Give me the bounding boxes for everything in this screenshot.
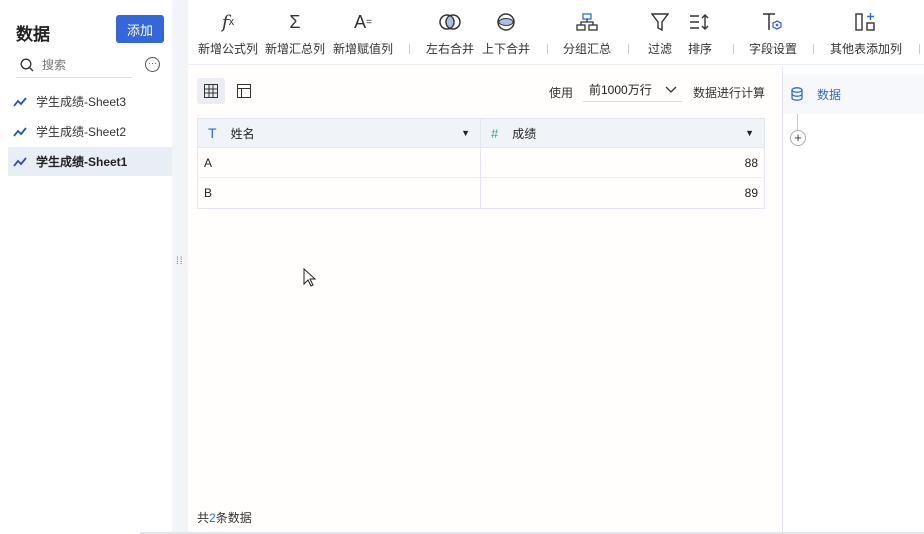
- add-button[interactable]: 添加: [116, 15, 164, 43]
- chevron-down-icon: [665, 86, 677, 93]
- data-preview: 使用 前1000万行 数据进行计算 T 姓名 ▼ # 成绩 ▼ A 88 B 89 共2条数…: [188, 66, 782, 534]
- sheet-label: 学生成绩-Sheet3: [36, 95, 127, 109]
- sheet-item-active[interactable]: 学生成绩-Sheet1: [8, 147, 172, 176]
- row-limit-value: 前1000万行: [589, 83, 652, 97]
- divider: [733, 44, 734, 54]
- divider: [547, 44, 548, 54]
- table-row: A 88: [198, 148, 764, 178]
- text-type-icon: T: [208, 125, 217, 141]
- sigma-icon: Σ: [289, 11, 301, 32]
- field-settings-icon: [762, 10, 784, 34]
- caret-down-icon[interactable]: ▼: [461, 128, 470, 138]
- count-prefix: 共: [197, 511, 210, 525]
- cell: 89: [744, 186, 758, 200]
- cell: A: [198, 148, 481, 177]
- count-value: 2: [209, 511, 216, 525]
- line-chart-icon: [13, 96, 27, 107]
- caret-down-icon[interactable]: ▼: [745, 128, 754, 138]
- use-label: 使用: [549, 86, 574, 100]
- add-step-button[interactable]: +: [790, 130, 806, 146]
- group-icon: [576, 10, 598, 34]
- layout-view-button[interactable]: [230, 78, 258, 104]
- table-header: T 姓名 ▼ # 成绩 ▼: [198, 119, 764, 148]
- add-assign-column-button[interactable]: A = 新增赋值列: [333, 10, 393, 57]
- row-limit-select[interactable]: 前1000万行: [583, 78, 683, 102]
- divider: [813, 44, 814, 54]
- sheet-item[interactable]: 学生成绩-Sheet2: [8, 117, 172, 146]
- sheet-label: 学生成绩-Sheet2: [36, 125, 127, 139]
- line-chart-icon: [13, 126, 27, 137]
- mouse-cursor-icon: [303, 268, 317, 287]
- data-node[interactable]: 数据: [783, 74, 924, 114]
- sidebar: 数据 添加 ··· 学生成绩-Sheet3 学生成绩-Sheet2 学生成绩-S…: [0, 0, 172, 534]
- line-chart-icon: [13, 156, 27, 167]
- field-settings-button[interactable]: 字段设置: [749, 10, 797, 57]
- sheet-label: 学生成绩-Sheet1: [36, 155, 128, 169]
- merge-vertical-button[interactable]: 上下合并: [482, 10, 530, 57]
- count-suffix: 条数据: [215, 511, 252, 525]
- table-row: B 89: [198, 178, 764, 208]
- sheet-item[interactable]: 学生成绩-Sheet3: [8, 87, 172, 116]
- flow-panel: 数据 +: [782, 66, 924, 534]
- add-formula-column-button[interactable]: f x 新增公式列: [198, 10, 258, 57]
- layout-icon: [237, 84, 251, 98]
- cell: 88: [744, 155, 758, 170]
- function-icon: fx: [221, 11, 235, 33]
- search-box[interactable]: [16, 52, 132, 78]
- sidebar-title: 数据: [16, 25, 50, 44]
- grid-view-button[interactable]: [197, 78, 225, 104]
- merge-vertical-icon: [496, 10, 516, 34]
- connector-line: [797, 114, 798, 130]
- divider: [919, 44, 920, 54]
- sort-button[interactable]: 排序: [688, 10, 712, 57]
- node-label: 数据: [817, 87, 842, 102]
- grid-icon: [204, 84, 218, 98]
- column-header-name[interactable]: T 姓名 ▼: [198, 119, 481, 147]
- merge-horizontal-icon: [438, 10, 462, 34]
- add-column-icon: [855, 10, 877, 34]
- toolbar: f x 新增公式列 Σ 新增汇总列 A = 新增赋值列 左右合并 上下合并 分组汇总 过滤…: [188, 0, 924, 65]
- group-summary-button[interactable]: 分组汇总: [563, 10, 611, 57]
- data-table: T 姓名 ▼ # 成绩 ▼ A 88 B 89: [197, 118, 765, 209]
- calc-label: 数据进行计算: [693, 86, 766, 100]
- add-summary-column-button[interactable]: Σ 新增汇总列: [265, 10, 325, 57]
- assign-icon: A =: [354, 11, 372, 32]
- merge-horizontal-button[interactable]: 左右合并: [426, 10, 474, 57]
- divider: [628, 44, 629, 54]
- search-icon: [20, 58, 34, 71]
- number-type-icon: #: [491, 125, 499, 141]
- sort-icon: [689, 10, 711, 34]
- filter-icon: [650, 10, 669, 34]
- database-icon: [791, 87, 803, 101]
- more-options-icon[interactable]: ···: [145, 57, 160, 72]
- search-input[interactable]: [42, 57, 122, 72]
- filter-button[interactable]: 过滤: [648, 10, 672, 57]
- row-count: 共2条数据: [197, 509, 252, 526]
- drag-handle-icon[interactable]: ⁞⁞: [176, 257, 184, 267]
- divider: [409, 44, 410, 54]
- add-column-from-other-table-button[interactable]: 其他表添加列: [830, 10, 902, 57]
- panel-divider[interactable]: [172, 0, 188, 534]
- column-header-score[interactable]: # 成绩 ▼: [481, 119, 764, 147]
- cell: B: [198, 178, 481, 208]
